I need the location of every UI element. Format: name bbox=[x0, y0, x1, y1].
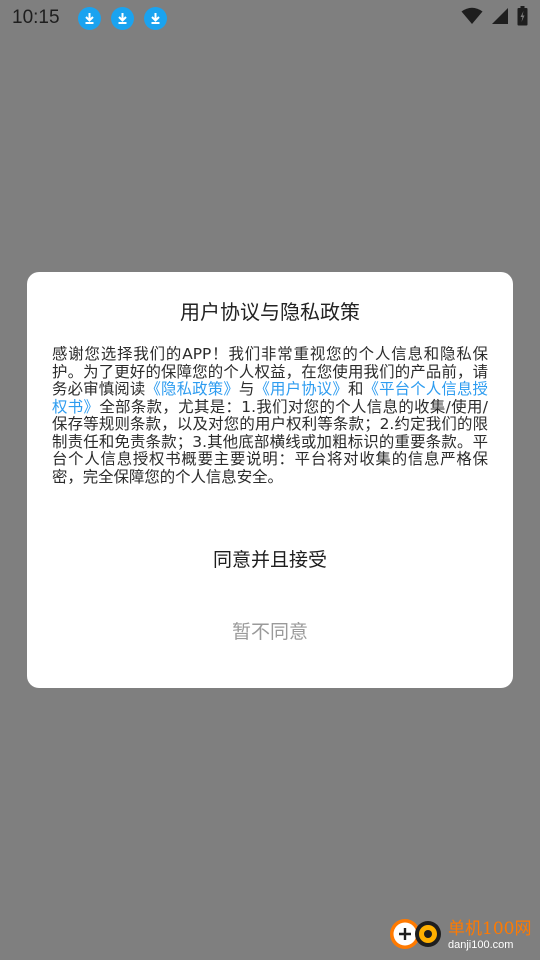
wifi-icon bbox=[461, 7, 483, 25]
watermark-url: danji100.com bbox=[448, 938, 514, 951]
system-status-icons bbox=[453, 6, 528, 26]
agreement-dialog: 用户协议与隐私政策 感谢您选择我们的APP！我们非常重视您的个人信息和隐私保护。… bbox=[27, 272, 513, 688]
download-icon bbox=[77, 6, 101, 30]
watermark: 单机100网 danji100.com bbox=[388, 912, 538, 958]
status-time: 10:15 bbox=[12, 7, 60, 28]
body-connector: 和 bbox=[347, 380, 364, 398]
battery-icon bbox=[517, 6, 528, 26]
body-text: 全部条款，尤其是：1.我们对您的个人信息的收集/使用/保存等规则条款，以及对您的… bbox=[52, 397, 488, 486]
status-bar: 10:15 bbox=[0, 0, 540, 36]
watermark-logo-icon bbox=[388, 912, 444, 958]
privacy-policy-link[interactable]: 《隐私政策》 bbox=[145, 380, 238, 398]
body-connector: 与 bbox=[238, 380, 255, 398]
dialog-body: 感谢您选择我们的APP！我们非常重视您的个人信息和隐私保护。为了更好的保障您的个… bbox=[52, 345, 488, 486]
screen: 10:15 用户协议与隐私政策 感谢您选择我们的APP！我们非常重视您的个人信息… bbox=[0, 0, 540, 960]
download-icon bbox=[110, 6, 134, 30]
user-agreement-link[interactable]: 《用户协议》 bbox=[254, 380, 347, 398]
download-icon bbox=[143, 6, 167, 30]
watermark-name: 单机100网 bbox=[448, 918, 532, 939]
decline-button[interactable]: 暂不同意 bbox=[170, 612, 370, 648]
signal-icon bbox=[491, 7, 509, 25]
dialog-title: 用户协议与隐私政策 bbox=[180, 300, 360, 324]
watermark-text: 单机100网 danji100.com bbox=[448, 919, 531, 952]
agree-button[interactable]: 同意并且接受 bbox=[170, 540, 370, 576]
